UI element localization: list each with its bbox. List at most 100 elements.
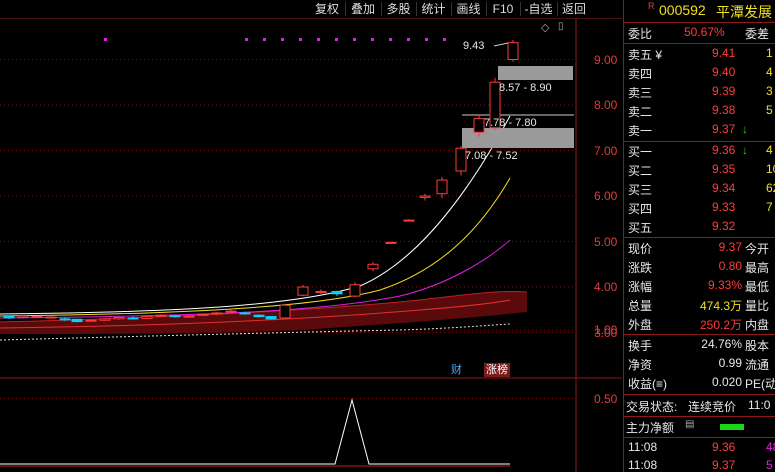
book-price[interactable]: 9.34 bbox=[712, 181, 735, 195]
list-icon[interactable]: ▤ bbox=[685, 419, 694, 430]
stat-label-2: 股本 bbox=[745, 339, 770, 353]
tick-volume: 48 bbox=[766, 440, 775, 454]
book-volume: 5 bbox=[766, 103, 773, 117]
finance-badge[interactable]: 财 bbox=[449, 363, 464, 377]
candle-body bbox=[253, 314, 265, 318]
book-label: 卖四 bbox=[628, 67, 653, 81]
signal-dot bbox=[407, 38, 410, 41]
candle-body bbox=[507, 42, 519, 60]
book-label: 卖一 bbox=[628, 124, 653, 138]
price-axis-tick: 8.00 bbox=[594, 98, 618, 112]
stat-label-2: 量比 bbox=[745, 299, 770, 313]
signal-dot bbox=[425, 38, 428, 41]
signal-dot bbox=[443, 38, 446, 41]
candle-body bbox=[349, 284, 361, 297]
candle-body bbox=[297, 286, 309, 296]
stat-label: 收益(≡) bbox=[628, 377, 667, 391]
stat-label: 涨幅 bbox=[628, 280, 653, 294]
book-volume: 4 bbox=[766, 143, 773, 157]
stock-code[interactable]: 000592 bbox=[659, 2, 706, 18]
indicator-axis-tick: 0.50 bbox=[594, 391, 618, 406]
down-arrow-icon: ↓ bbox=[742, 143, 748, 157]
price-axis-tick: 5.00 bbox=[594, 234, 618, 249]
trade-status-label: 交易状态: bbox=[626, 400, 678, 414]
book-price[interactable]: 9.41 bbox=[712, 46, 735, 60]
tick-volume: 5 bbox=[766, 458, 773, 472]
candle-body bbox=[419, 195, 431, 198]
weibi-value: 50.67% bbox=[684, 25, 725, 39]
stock-name[interactable]: 平潭发展 bbox=[716, 2, 772, 22]
stat-value: 0.80 bbox=[718, 259, 742, 273]
stat-label: 净资 bbox=[628, 358, 653, 372]
book-label: 买一 bbox=[628, 145, 653, 159]
indicator-axis-tick: 1.00 bbox=[594, 323, 618, 337]
candle-body bbox=[99, 318, 111, 321]
signal-dot bbox=[281, 38, 284, 41]
weicha-label: 委差 bbox=[745, 27, 770, 41]
book-price[interactable]: 9.37 bbox=[712, 122, 735, 136]
book-price[interactable]: 9.32 bbox=[712, 219, 735, 233]
candle-body bbox=[85, 319, 97, 322]
candle-body bbox=[473, 118, 485, 133]
diamond-icon[interactable]: ◇ bbox=[541, 21, 549, 34]
peak-price-label: 9.43 bbox=[463, 40, 485, 52]
price-axis-tick: 9.00 bbox=[594, 52, 618, 67]
book-volume: 1 bbox=[766, 46, 773, 60]
stat-label: 换手 bbox=[628, 339, 653, 353]
price-axis-tick: 6.00 bbox=[594, 189, 618, 203]
signal-dot bbox=[353, 38, 356, 41]
stock-marker-badge: R bbox=[648, 1, 655, 11]
stat-value: 474.3万 bbox=[699, 299, 742, 313]
book-price[interactable]: 9.36 bbox=[712, 143, 735, 157]
stat-label: 涨跌 bbox=[628, 261, 653, 275]
zone-range-label: 8.57 - 8.90 bbox=[499, 82, 552, 94]
candle-body bbox=[315, 291, 327, 294]
stat-value: 9.37 bbox=[718, 240, 742, 254]
book-label: 买三 bbox=[628, 183, 653, 197]
book-label: 买五 bbox=[628, 221, 653, 235]
signal-dot bbox=[371, 38, 374, 41]
book-label: 卖五 ¥ bbox=[628, 48, 663, 62]
tick-time: 11:08 bbox=[628, 440, 658, 454]
candle-body bbox=[59, 318, 71, 321]
gainers-badge[interactable]: 涨榜 bbox=[484, 363, 510, 377]
signal-dot bbox=[389, 38, 392, 41]
stat-label-2: 最低 bbox=[745, 280, 770, 294]
zone-range-label: 7.78 - 7.80 bbox=[484, 117, 537, 129]
stat-value: 24.76% bbox=[701, 337, 742, 351]
book-label: 买四 bbox=[628, 202, 653, 216]
stat-value: 0.020 bbox=[711, 375, 742, 389]
stat-label: 外盘 bbox=[628, 318, 653, 332]
stat-label-2: 今开 bbox=[745, 242, 770, 256]
stat-label-2: 最高 bbox=[745, 261, 770, 275]
candle-body bbox=[197, 313, 209, 316]
weibi-label: 委比 bbox=[628, 27, 653, 41]
zone-range-label: 7.08 - 7.52 bbox=[465, 150, 518, 162]
candle-body bbox=[331, 291, 343, 295]
candle-body bbox=[71, 318, 83, 323]
book-label: 卖三 bbox=[628, 86, 653, 100]
down-arrow-icon: ↓ bbox=[742, 122, 748, 136]
candle-body bbox=[403, 219, 415, 222]
book-price[interactable]: 9.38 bbox=[712, 103, 735, 117]
candle-body bbox=[113, 316, 125, 320]
collapse-panel-icon[interactable]: ▯ bbox=[558, 21, 564, 32]
candle-body bbox=[265, 316, 277, 320]
book-price[interactable]: 9.33 bbox=[712, 200, 735, 214]
candle-body bbox=[183, 315, 195, 318]
tick-price: 9.36 bbox=[712, 440, 736, 454]
book-price[interactable]: 9.35 bbox=[712, 162, 735, 176]
signal-dot bbox=[317, 38, 320, 41]
book-price[interactable]: 9.40 bbox=[712, 65, 735, 79]
candle-body bbox=[211, 312, 223, 315]
candle-body bbox=[141, 316, 153, 319]
trade-status-value: 连续竞价 bbox=[688, 400, 737, 414]
price-axis-tick: 7.00 bbox=[594, 143, 618, 158]
book-volume: 62 bbox=[766, 181, 775, 195]
price-chart[interactable] bbox=[0, 0, 622, 472]
book-price[interactable]: 9.39 bbox=[712, 84, 735, 98]
trade-status-time: 11:0 bbox=[748, 398, 771, 412]
ma-white bbox=[0, 115, 511, 315]
stat-label: 现价 bbox=[628, 242, 653, 256]
candle-body bbox=[3, 316, 15, 319]
